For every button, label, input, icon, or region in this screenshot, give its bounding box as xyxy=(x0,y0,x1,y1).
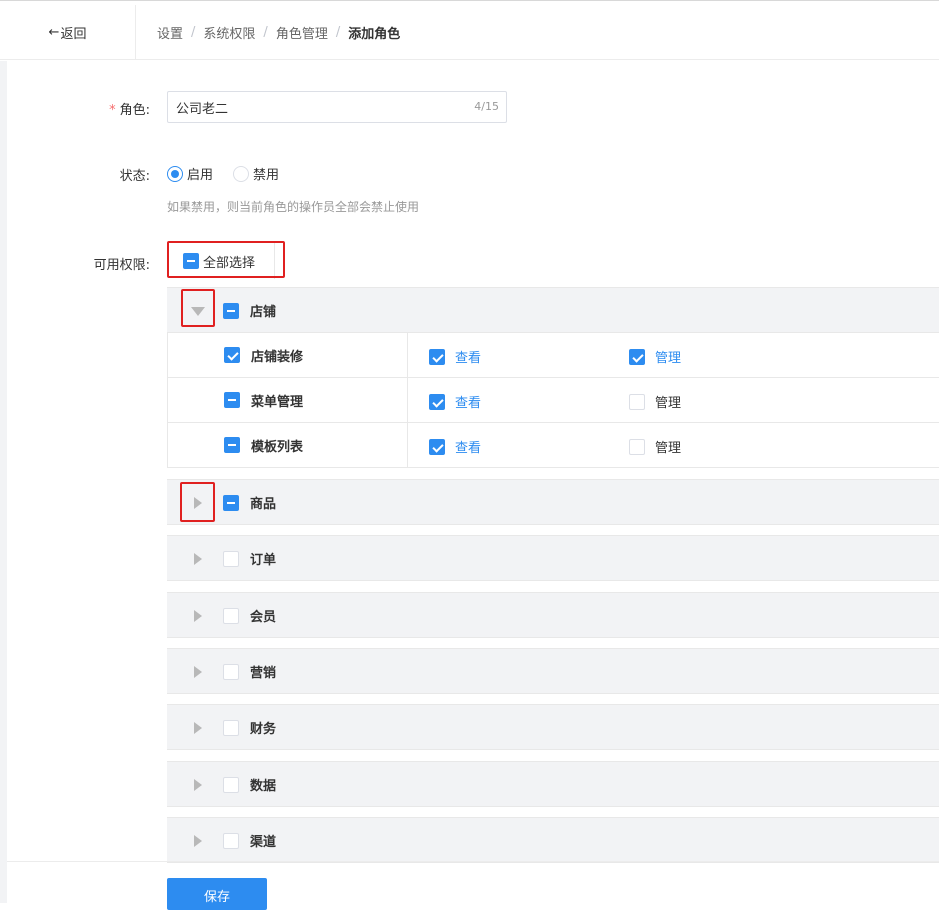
permission-group-orders: 订单 xyxy=(167,535,939,581)
breadcrumb-separator: / xyxy=(191,25,196,40)
checked-checkbox-icon xyxy=(429,438,445,455)
group-name: 营销 xyxy=(250,666,277,681)
group-name: 商品 xyxy=(250,497,277,512)
breadcrumb: 设置 / 系统权限 / 角色管理 / 添加角色 xyxy=(157,5,400,60)
left-sidebar-strip xyxy=(0,61,7,903)
expand-toggle[interactable] xyxy=(190,777,206,793)
select-all-checkbox[interactable]: 全部选择 xyxy=(167,243,275,279)
expand-toggle[interactable] xyxy=(190,664,206,680)
permission-item-cell: 模板列表 xyxy=(168,423,408,468)
caret-right-icon xyxy=(194,553,202,565)
checked-checkbox-icon xyxy=(429,348,445,365)
permission-group-channels: 渠道 xyxy=(167,817,939,863)
perm-view-checkbox[interactable]: 查看 xyxy=(429,347,481,366)
group-name: 渠道 xyxy=(250,835,277,850)
status-radio-enabled[interactable]: 启用 xyxy=(167,164,213,183)
role-label: * 角色: xyxy=(109,103,150,118)
permission-group-data: 数据 xyxy=(167,761,939,807)
back-label: 返回 xyxy=(60,27,87,42)
unchecked-checkbox-icon xyxy=(629,393,645,410)
group-name: 数据 xyxy=(250,779,277,794)
status-radio-disabled[interactable]: 禁用 xyxy=(233,164,279,183)
breadcrumb-separator: / xyxy=(263,25,268,40)
item-name: 菜单管理 xyxy=(251,395,304,410)
item-checkbox[interactable] xyxy=(224,347,240,363)
group-checkbox[interactable] xyxy=(223,303,239,319)
expand-toggle[interactable] xyxy=(190,608,206,624)
group-checkbox[interactable] xyxy=(223,777,239,793)
perm-manage-checkbox[interactable]: 管理 xyxy=(629,392,681,411)
unchecked-checkbox-icon xyxy=(629,438,645,455)
select-all-label: 全部选择 xyxy=(203,255,256,271)
item-checkbox[interactable] xyxy=(224,437,240,453)
save-button[interactable]: 保存 xyxy=(167,878,267,910)
checked-checkbox-icon xyxy=(629,348,645,365)
expand-toggle[interactable] xyxy=(190,495,206,511)
status-hint: 如果禁用，则当前角色的操作员全部会禁止使用 xyxy=(167,200,420,214)
expand-toggle[interactable] xyxy=(190,303,206,319)
caret-right-icon xyxy=(194,722,202,734)
group-checkbox[interactable] xyxy=(223,608,239,624)
role-name-field[interactable]: 4/15 xyxy=(167,91,507,123)
required-asterisk: * xyxy=(109,103,116,118)
permissions-label: 可用权限: xyxy=(93,258,150,273)
table-row: 模板列表 查看 管理 xyxy=(168,423,939,468)
permission-group-members: 会员 xyxy=(167,592,939,638)
breadcrumb-item-settings[interactable]: 设置 xyxy=(157,23,183,42)
footer-divider xyxy=(7,861,939,862)
group-checkbox[interactable] xyxy=(223,720,239,736)
table-row: 店铺装修 查看 管理 xyxy=(168,333,939,378)
page-header: ← 返回 设置 / 系统权限 / 角色管理 / 添加角色 xyxy=(0,5,939,60)
perm-view-checkbox[interactable]: 查看 xyxy=(429,437,481,456)
group-checkbox[interactable] xyxy=(223,664,239,680)
checked-checkbox-icon xyxy=(429,393,445,410)
arrow-left-icon: ← xyxy=(48,25,60,40)
perm-manage-checkbox[interactable]: 管理 xyxy=(629,437,681,456)
perm-view-checkbox[interactable]: 查看 xyxy=(429,392,481,411)
group-checkbox[interactable] xyxy=(223,551,239,567)
char-count: 4/15 xyxy=(474,100,499,113)
group-name: 店铺 xyxy=(250,305,277,320)
group-name: 会员 xyxy=(250,610,277,625)
expand-toggle[interactable] xyxy=(190,551,206,567)
group-checkbox[interactable] xyxy=(223,833,239,849)
breadcrumb-item-system-permissions[interactable]: 系统权限 xyxy=(203,23,255,42)
store-permission-table: 店铺装修 查看 管理 菜单管理 查看 管理 模板列表 查看 管理 xyxy=(167,333,939,468)
role-name-input[interactable] xyxy=(168,92,448,122)
indeterminate-checkbox-icon xyxy=(183,253,199,269)
item-checkbox[interactable] xyxy=(224,392,240,408)
breadcrumb-item-add-role: 添加角色 xyxy=(348,27,401,42)
breadcrumb-item-role-management[interactable]: 角色管理 xyxy=(276,23,328,42)
permission-group-finance: 财务 xyxy=(167,704,939,750)
radio-unselected-icon xyxy=(233,165,250,182)
expand-toggle[interactable] xyxy=(190,720,206,736)
item-name: 店铺装修 xyxy=(251,350,304,365)
caret-right-icon xyxy=(194,666,202,678)
caret-right-icon xyxy=(194,610,202,622)
table-row: 菜单管理 查看 管理 xyxy=(168,378,939,423)
group-name: 财务 xyxy=(250,722,277,737)
caret-down-icon xyxy=(191,307,205,316)
permission-group-marketing: 营销 xyxy=(167,648,939,694)
expand-toggle[interactable] xyxy=(190,833,206,849)
permission-item-cell: 菜单管理 xyxy=(168,378,408,423)
permission-group-store: 店铺 xyxy=(167,287,939,333)
permission-item-cell: 店铺装修 xyxy=(168,333,408,378)
back-button[interactable]: ← 返回 xyxy=(0,5,136,60)
perm-manage-checkbox[interactable]: 管理 xyxy=(629,347,681,366)
caret-right-icon xyxy=(194,779,202,791)
caret-right-icon xyxy=(194,497,202,509)
status-label: 状态: xyxy=(119,169,150,184)
status-radio-group: 启用 禁用 xyxy=(167,164,299,183)
radio-selected-icon xyxy=(167,165,183,182)
item-name: 模板列表 xyxy=(251,440,304,455)
group-name: 订单 xyxy=(250,553,277,568)
breadcrumb-separator: / xyxy=(335,25,341,40)
permission-group-products: 商品 xyxy=(167,479,939,525)
group-checkbox[interactable] xyxy=(223,495,239,511)
caret-right-icon xyxy=(194,835,202,847)
